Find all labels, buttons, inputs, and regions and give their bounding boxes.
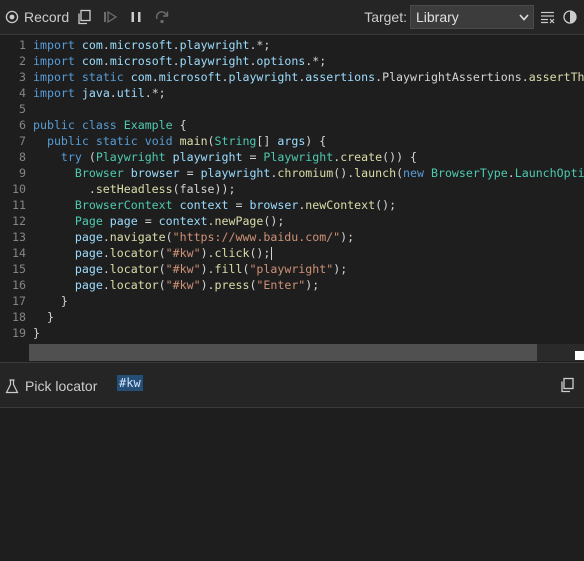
line-number: 15 — [12, 262, 26, 276]
clear-button[interactable] — [540, 0, 555, 35]
scrollbar-corner — [575, 351, 584, 360]
text-cursor — [271, 247, 273, 260]
code-editor[interactable]: 1 import com.microsoft.playwright.*; 2 impo… — [0, 36, 584, 362]
record-icon — [5, 10, 19, 24]
line-number: 14 — [12, 246, 26, 260]
line-number: 18 — [12, 310, 26, 324]
copy-icon — [561, 377, 574, 393]
line-number: 10 — [12, 182, 26, 196]
beaker-icon — [5, 378, 19, 393]
line-number: 13 — [12, 230, 26, 244]
target-select-value: Library — [416, 9, 459, 25]
line-number: 8 — [19, 150, 26, 164]
pause-icon — [131, 12, 141, 22]
code-text: BrowserContext context = browser.newCont… — [74, 198, 397, 212]
line-number: 3 — [19, 70, 26, 84]
code-text: } — [46, 310, 54, 324]
code-text: import java.util.*; — [33, 86, 166, 100]
line-number: 1 — [19, 38, 26, 52]
step-over-icon — [156, 11, 169, 24]
toolbar: Record Target: Library — [0, 0, 584, 35]
code-text: import static com.microsoft.playwright.a… — [33, 70, 584, 84]
code-text: import com.microsoft.playwright.options.… — [33, 54, 327, 68]
line-number: 17 — [12, 294, 26, 308]
code-text: page.locator("#kw").click(); — [74, 246, 273, 260]
scrollbar-thumb[interactable] — [29, 344, 537, 361]
copy-icon — [78, 9, 91, 25]
code-text: page.locator("#kw").fill("playwright"); — [74, 262, 348, 276]
target-select[interactable]: Library — [410, 5, 534, 29]
line-number: 12 — [12, 214, 26, 228]
locator-bar: Pick locator #kw — [0, 362, 584, 408]
empty-panel — [0, 408, 584, 561]
line-number: 5 — [19, 102, 26, 116]
step-over-button[interactable] — [151, 0, 173, 35]
line-number: 2 — [19, 54, 26, 68]
code-text: Page page = context.newPage(); — [74, 214, 285, 228]
resume-button[interactable] — [99, 0, 121, 35]
code-text: try (Playwright playwright = Playwright.… — [60, 150, 418, 164]
pick-locator-label: Pick locator — [25, 378, 98, 394]
pause-button[interactable] — [125, 0, 147, 35]
line-number: 6 — [19, 118, 26, 132]
line-number: 4 — [19, 86, 26, 100]
copy-locator-button[interactable] — [559, 377, 575, 398]
code-text: Browser browser = playwright.chromium().… — [74, 166, 584, 180]
line-number: 9 — [19, 166, 26, 180]
resume-icon — [104, 10, 118, 24]
code-text: page.navigate("https://www.baidu.com/"); — [74, 230, 355, 244]
code-text: } — [60, 294, 68, 308]
pick-locator-button[interactable]: Pick locator — [5, 373, 97, 399]
line-number: 16 — [12, 278, 26, 292]
theme-toggle-button[interactable] — [563, 0, 577, 35]
line-number: 19 — [12, 326, 26, 340]
line-number: 7 — [19, 134, 26, 148]
chevron-down-icon — [519, 13, 529, 21]
code-text: } — [33, 326, 40, 340]
code-text: .setHeadless(false)); — [88, 182, 236, 196]
record-button[interactable]: Record — [5, 0, 69, 35]
theme-icon — [563, 10, 577, 24]
copy-button[interactable] — [73, 0, 95, 35]
line-number: 11 — [12, 198, 26, 212]
locator-input[interactable]: #kw — [117, 375, 143, 391]
clear-icon — [541, 11, 555, 24]
code-text: page.locator("#kw").press("Enter"); — [74, 278, 320, 292]
code-text: import com.microsoft.playwright.*; — [33, 38, 271, 52]
horizontal-scrollbar[interactable] — [29, 344, 584, 361]
target-label: Target: — [364, 9, 407, 25]
code-text: public static void main(String[] args) { — [46, 134, 327, 148]
record-label: Record — [24, 9, 70, 25]
code-text: public class Example { — [33, 118, 187, 132]
